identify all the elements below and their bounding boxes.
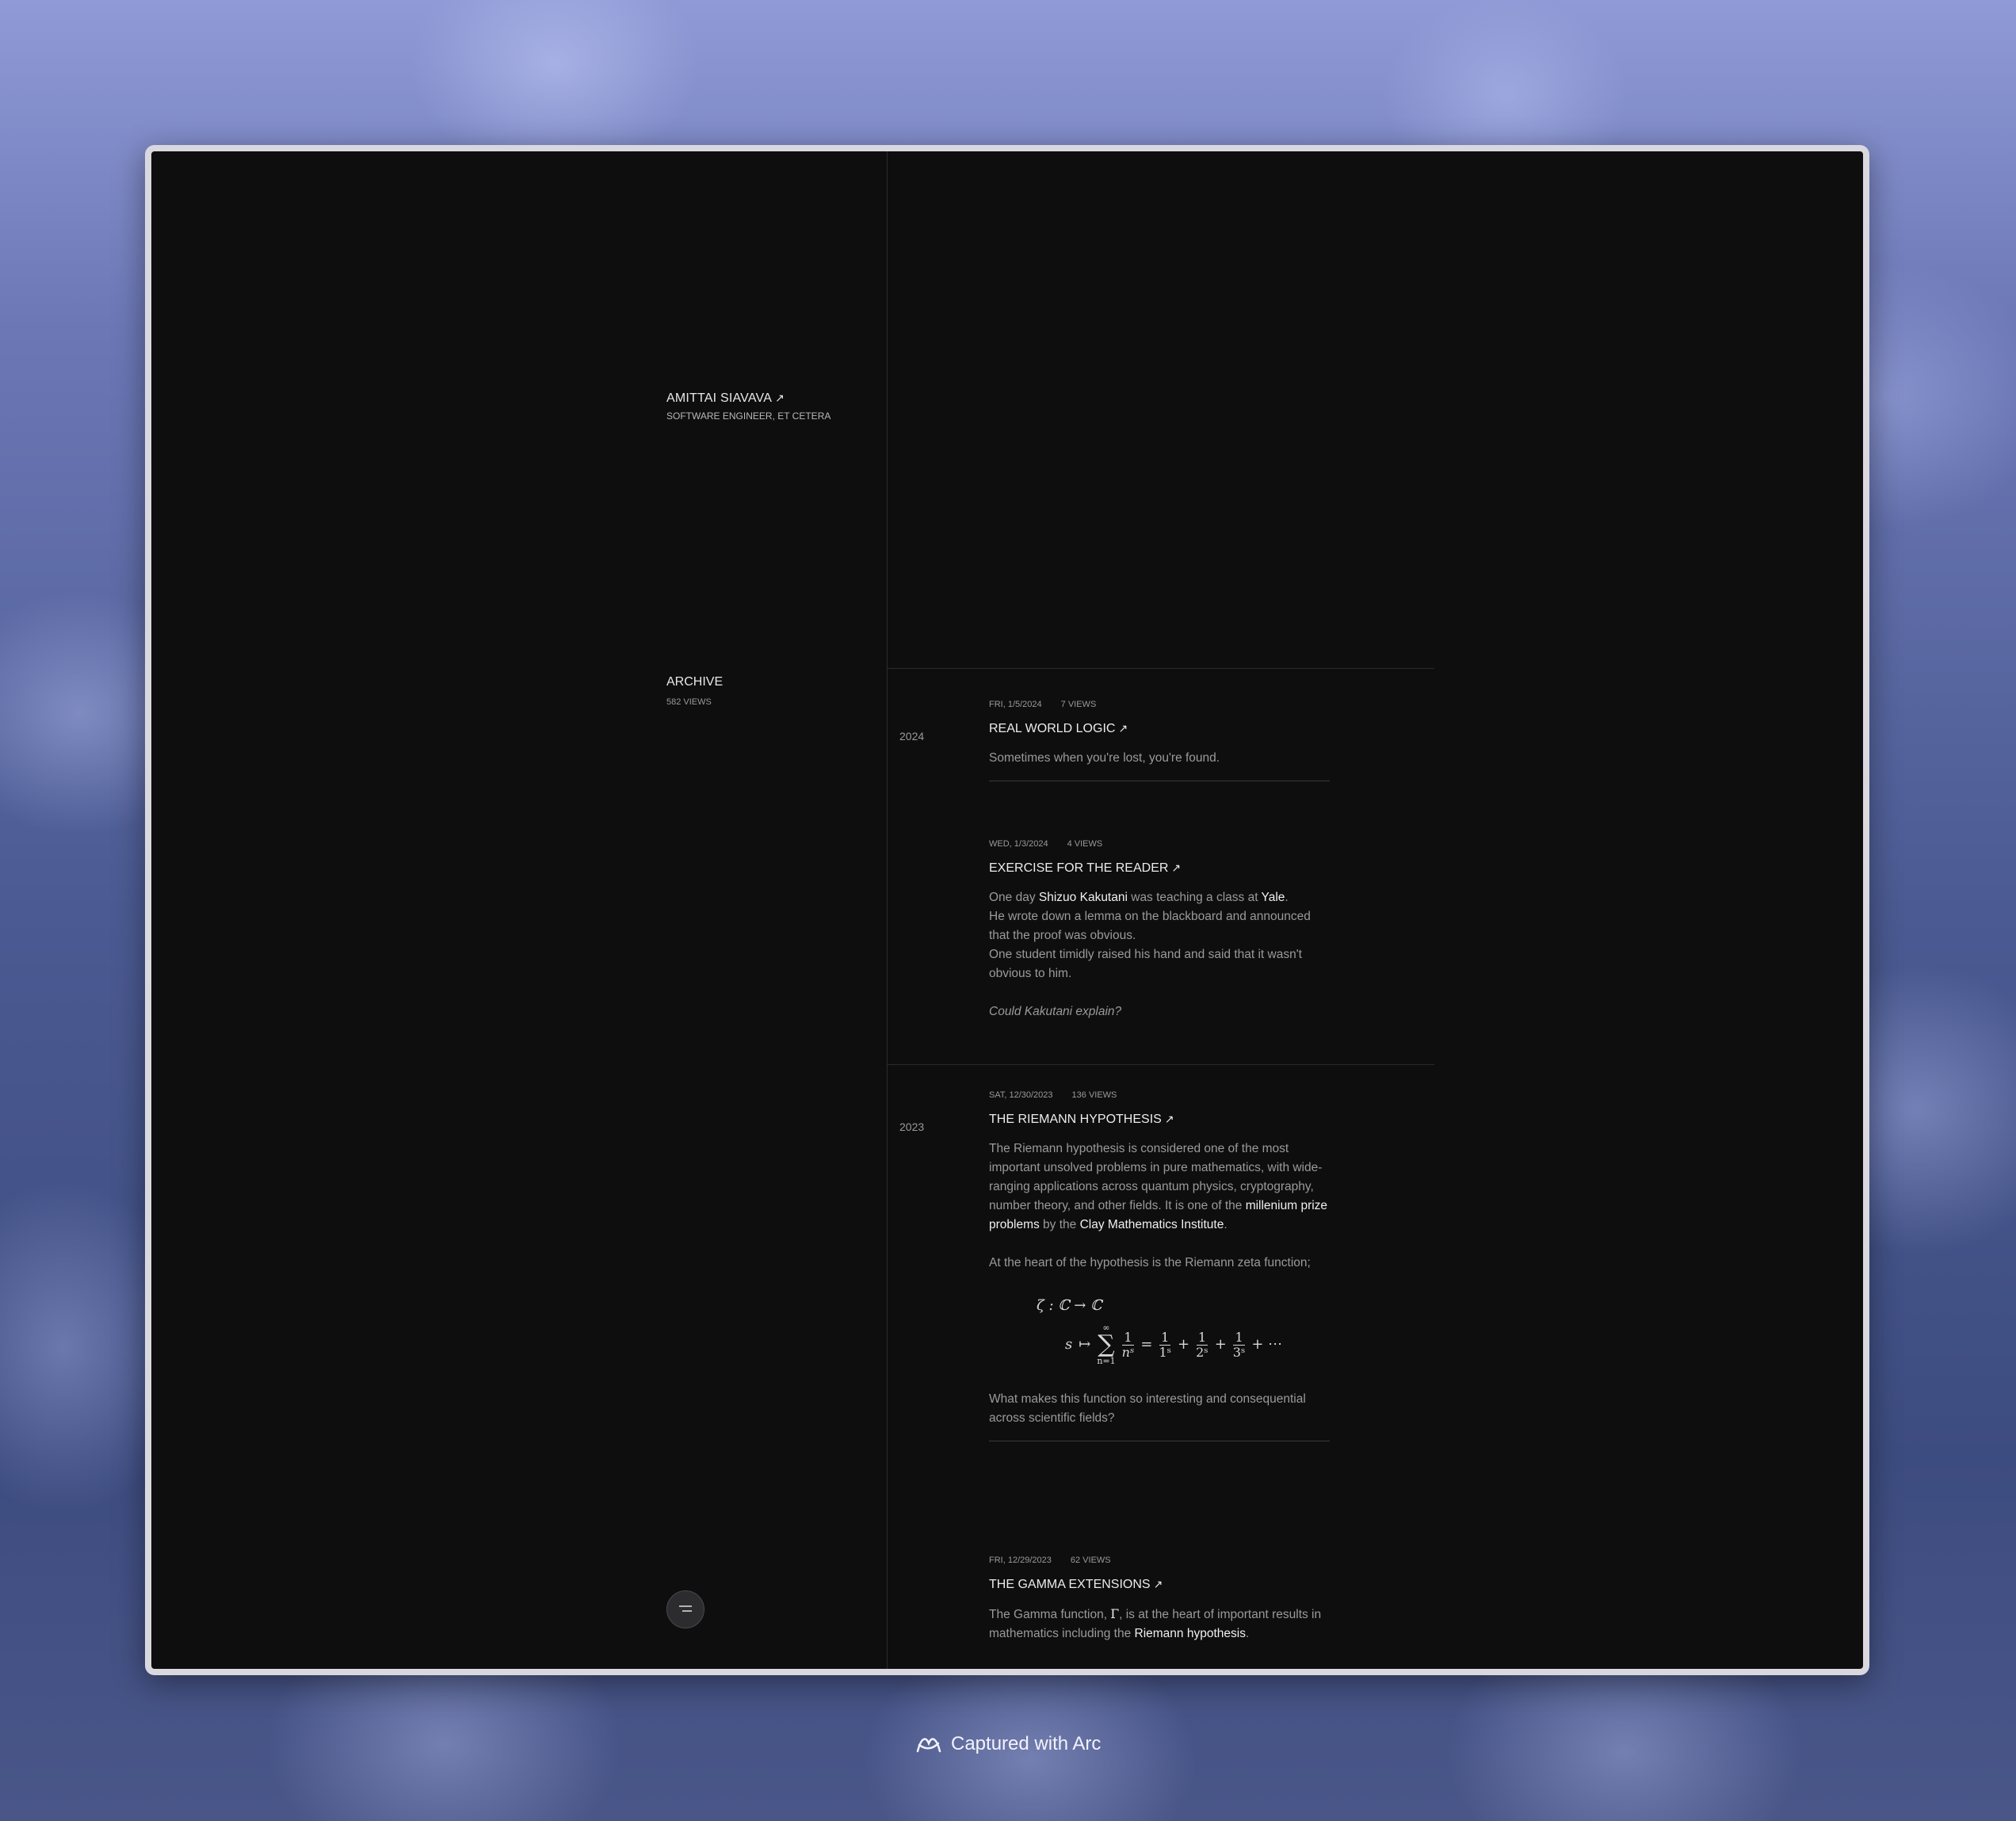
post-title-link[interactable]: EXERCISE FOR THE READER ↗ [989,861,1330,880]
post-title-link[interactable]: THE GAMMA EXTENSIONS ↗ [989,1578,1330,1597]
post-excerpt: The Riemann hypothesis is considered one… [989,1140,1330,1428]
inline-link[interactable]: Shizuo Kakutani [1039,891,1128,904]
external-link-icon: ↗ [1171,861,1182,874]
post-title-link[interactable]: REAL WORLD LOGIC ↗ [989,722,1330,741]
post-views: 4 VIEWS [1067,839,1103,849]
post-item: WED, 1/3/2024 4 VIEWS EXERCISE FOR THE RE… [989,839,1330,1021]
external-link-icon: ↗ [1164,1113,1174,1125]
menu-icon [678,1602,693,1617]
post-date: FRI, 1/5/2024 [989,700,1042,709]
inline-link[interactable]: Yale [1262,891,1285,904]
section-divider-top [888,668,1434,669]
post-views: 62 VIEWS [1070,1556,1111,1565]
arc-caption: Captured with Arc [914,1732,1101,1756]
arc-logo-icon [916,1738,941,1753]
external-link-icon: ↗ [1118,722,1128,735]
external-link-icon: ↗ [775,391,785,404]
author-role: SOFTWARE ENGINEER, ET CETERA [666,410,831,422]
author-name-link[interactable]: AMITTAI SIAVAVA ↗ [666,391,785,406]
archive-heading: ARCHIVE [666,675,724,689]
post-date: WED, 1/3/2024 [989,839,1048,849]
browser-viewport[interactable]: AMITTAI SIAVAVA ↗ SOFTWARE ENGINEER, ET C… [151,151,1863,1669]
post-item: FRI, 12/29/2023 62 VIEWS THE GAMMA EXTENS… [989,1556,1330,1643]
zeta-formula: ζ : ℂ → ℂ s ↦ ∞ ∑ n=1 1 nˢ = 1 1ˢ + 1 2ˢ + 1 3ˢ + … [1037,1297,1283,1366]
inline-link[interactable]: Clay Mathematics Institute [1080,1218,1224,1231]
year-label: 2023 [899,1120,925,1133]
post-date: FRI, 12/29/2023 [989,1556,1052,1565]
post-title-link[interactable]: THE RIEMANN HYPOTHESIS ↗ [989,1113,1330,1132]
column-divider [887,151,888,1669]
post-excerpt: One day Shizuo Kakutani was teaching a c… [989,891,1311,1018]
post-excerpt: Sometimes when you're lost, you're found… [989,751,1220,765]
menu-button[interactable] [666,1590,704,1628]
post-item: FRI, 1/5/2024 7 VIEWS REAL WORLD LOGIC ↗ S… [989,700,1330,781]
post-item: SAT, 12/30/2023 136 VIEWS THE RIEMANN HYP… [989,1090,1330,1441]
archive-views: 582 VIEWS [666,697,712,707]
inline-link[interactable]: Riemann hypothesis [1135,1627,1246,1640]
browser-window-frame: AMITTAI SIAVAVA ↗ SOFTWARE ENGINEER, ET C… [145,145,1869,1675]
year-label: 2024 [899,730,925,743]
post-excerpt: The Gamma function, Γ, is at the heart o… [989,1607,1322,1640]
post-date: SAT, 12/30/2023 [989,1090,1053,1100]
external-link-icon: ↗ [1153,1578,1163,1590]
post-views: 136 VIEWS [1071,1090,1117,1100]
section-divider-year [888,1064,1434,1065]
post-views: 7 VIEWS [1060,700,1097,709]
